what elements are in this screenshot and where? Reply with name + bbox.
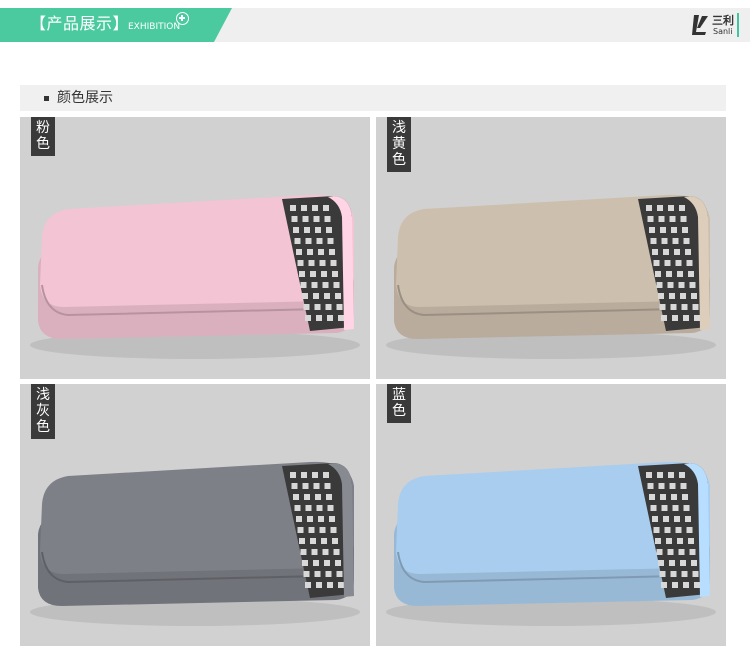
bullet-icon <box>44 96 49 101</box>
color-tag-char: 色 <box>36 419 50 435</box>
color-tag-char: 黄 <box>392 136 406 152</box>
sanli-logo-icon <box>692 15 708 35</box>
color-tag-pink: 粉 色 <box>31 117 55 156</box>
color-tag-char: 浅 <box>36 387 50 403</box>
towel-image-blue <box>386 461 716 626</box>
brand-logo: 三利 Sanli <box>690 12 742 40</box>
plus-circle-icon <box>176 12 189 25</box>
towel-image-pink <box>30 194 360 359</box>
section-header: 颜色展示 <box>20 85 726 111</box>
banner-subtitle: EXHIBITION <box>128 22 181 32</box>
product-tile-blue: 蓝 色 <box>376 384 726 646</box>
color-tag-char: 灰 <box>36 403 50 419</box>
logo-text-cn: 三利 <box>712 14 734 27</box>
color-tag-char: 色 <box>392 403 406 419</box>
logo-divider <box>737 13 739 37</box>
towel-image-light-yellow <box>386 194 716 359</box>
color-tag-char: 浅 <box>392 120 406 136</box>
product-tile-pink: 粉 色 <box>20 117 370 379</box>
color-tag-char: 蓝 <box>392 387 406 403</box>
product-tile-light-yellow: 浅 黄 色 <box>376 117 726 379</box>
towel-image-light-gray <box>30 461 360 626</box>
color-tag-char: 色 <box>392 152 406 168</box>
product-tile-light-gray: 浅 灰 色 <box>20 384 370 646</box>
color-tag-blue: 蓝 色 <box>387 384 411 423</box>
color-tag-char: 粉 <box>36 120 50 136</box>
exhibition-banner: 【产品展示】 EXHIBITION <box>0 8 232 42</box>
banner-title: 【产品展示】 <box>30 14 130 33</box>
color-tag-light-gray: 浅 灰 色 <box>31 384 55 439</box>
section-title: 颜色展示 <box>57 90 113 106</box>
logo-text-en: Sanli <box>713 27 733 36</box>
color-tag-light-yellow: 浅 黄 色 <box>387 117 411 172</box>
color-tag-char: 色 <box>36 136 50 152</box>
